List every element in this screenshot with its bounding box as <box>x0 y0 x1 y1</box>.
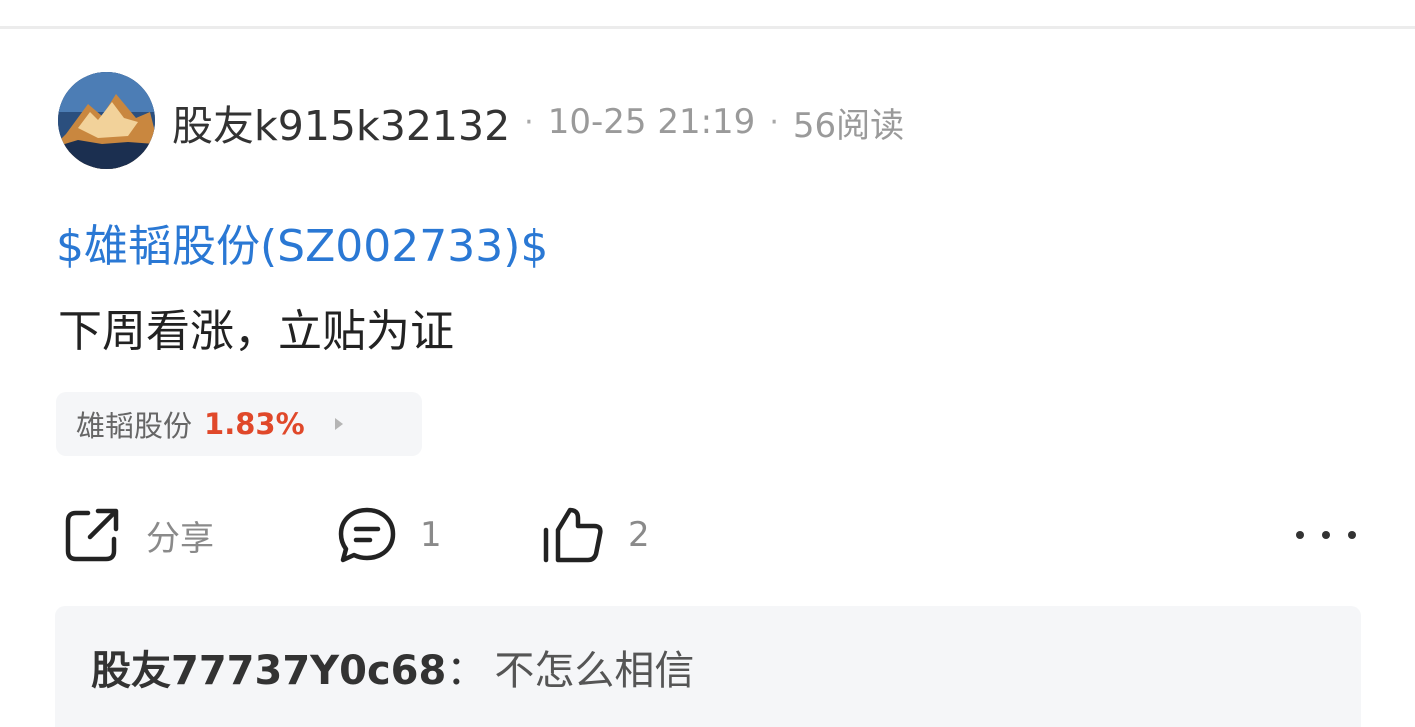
stock-quote-tag[interactable]: 雄韬股份 1.83% <box>56 392 422 456</box>
comment-colon: ： <box>446 648 487 694</box>
top-divider <box>0 0 1415 29</box>
thumbs-up-icon <box>543 507 603 563</box>
read-count: 56阅读 <box>792 105 905 146</box>
author-name[interactable]: 股友k915k32132 <box>172 92 510 152</box>
more-dots-icon <box>1296 531 1304 539</box>
comment-icon <box>338 507 396 563</box>
meta-separator: · <box>524 104 534 140</box>
stock-tag-change: 1.83% <box>204 407 305 441</box>
more-dots-icon <box>1322 531 1330 539</box>
comment-count: 1 <box>420 515 442 555</box>
share-icon <box>65 508 119 562</box>
stock-link[interactable]: $雄韬股份(SZ002733)$ <box>56 210 548 274</box>
chevron-right-icon <box>334 418 343 430</box>
comment-button[interactable]: 1 <box>336 500 442 570</box>
more-dots-icon <box>1348 531 1356 539</box>
stock-tag-name: 雄韬股份 <box>76 409 193 443</box>
meta-separator: · <box>769 104 779 140</box>
more-options-button[interactable] <box>1296 520 1356 550</box>
post-timestamp: 10-25 21:19 <box>547 102 756 142</box>
share-button[interactable]: 分享 <box>62 500 214 570</box>
comment-line: 股友77737Y0c68： 不怎么相信 <box>91 638 694 696</box>
post-card: 股友k915k32132 · 10-25 21:19 · 56阅读 $雄韬股份(… <box>0 0 1415 727</box>
like-button[interactable]: 2 <box>540 500 650 570</box>
comment-preview[interactable]: 股友77737Y0c68： 不怎么相信 <box>55 606 1361 727</box>
like-count: 2 <box>628 515 650 555</box>
post-body: 下周看涨，立贴为证 <box>58 306 454 357</box>
avatar[interactable] <box>58 72 155 169</box>
comment-author[interactable]: 股友77737Y0c68 <box>91 648 446 694</box>
post-meta-line: 股友k915k32132 · 10-25 21:19 · 56阅读 <box>172 92 904 152</box>
share-label: 分享 <box>146 518 214 559</box>
comment-text: 不怎么相信 <box>494 648 695 694</box>
avatar-image <box>58 72 155 169</box>
